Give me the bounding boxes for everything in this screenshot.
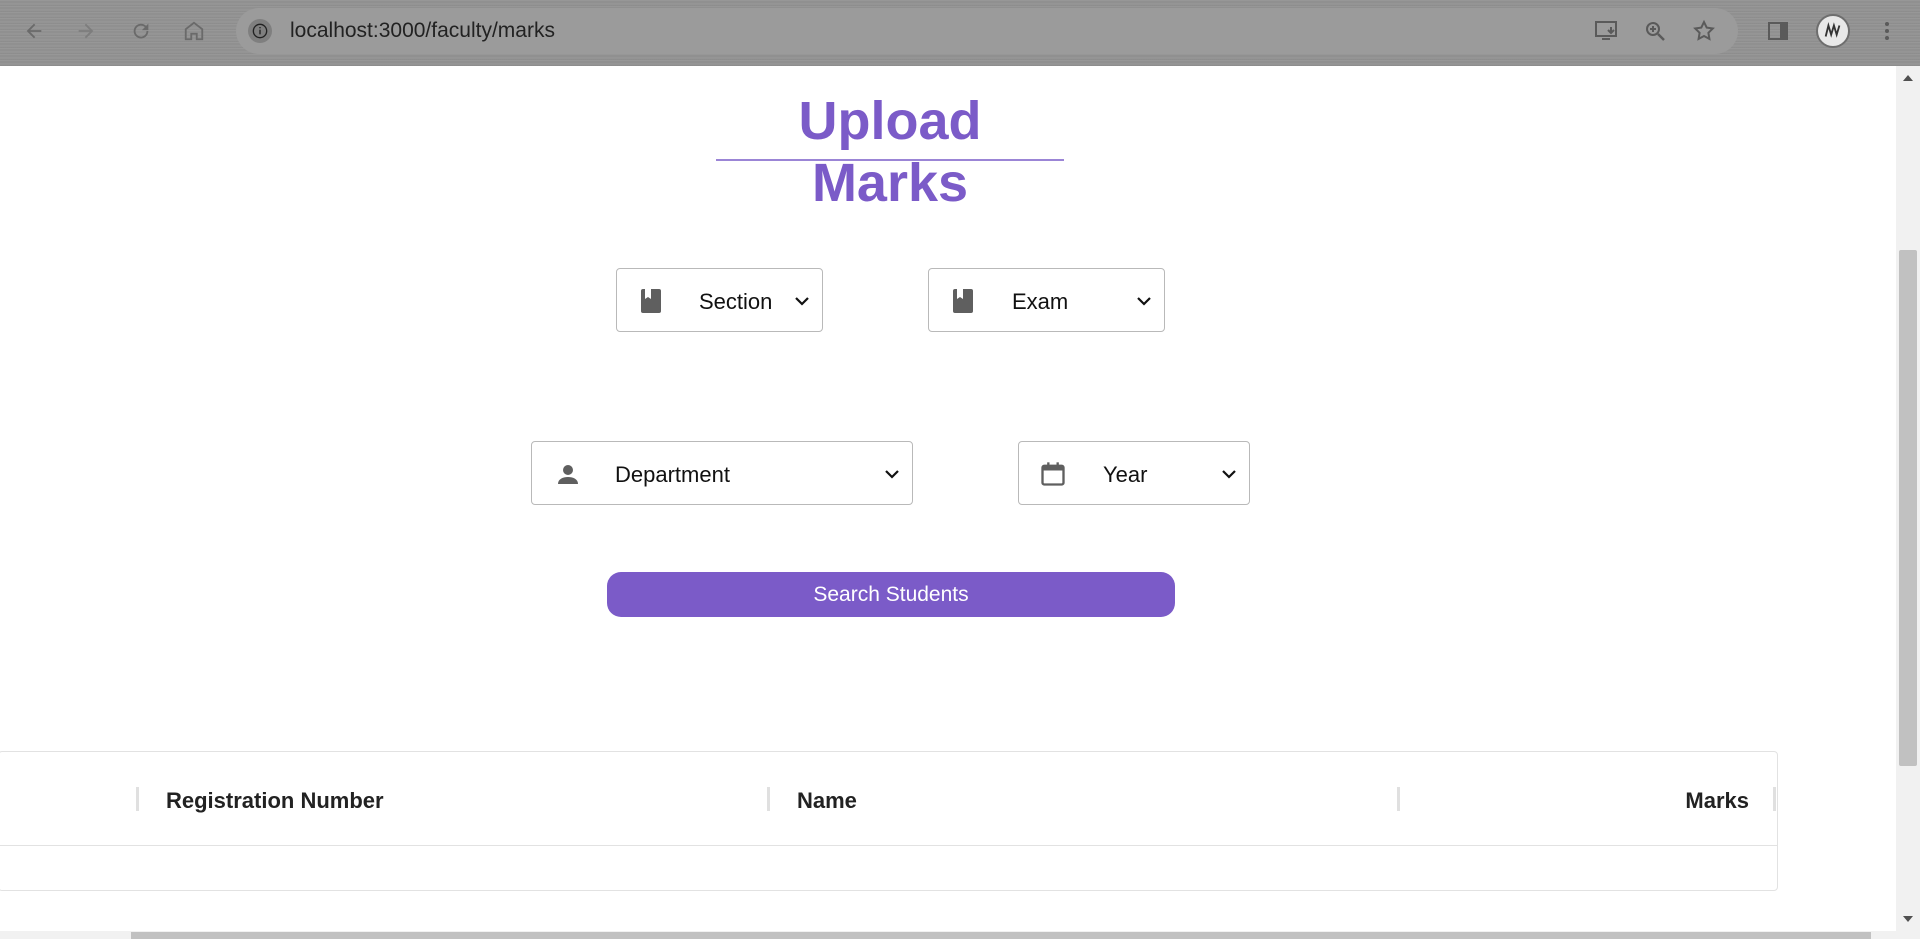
column-header-name[interactable]: Name (797, 788, 857, 814)
page-content: Upload Marks Section Exam Department Yea… (0, 66, 1896, 939)
site-info-icon[interactable] (248, 19, 272, 43)
section-select[interactable]: Section (616, 268, 823, 332)
search-students-button[interactable]: Search Students (607, 572, 1175, 617)
book-icon (949, 287, 977, 315)
title-underline (716, 159, 1064, 161)
vertical-scrollbar-thumb[interactable] (1899, 250, 1917, 766)
marks-table: Registration Number Name Marks (0, 751, 1778, 891)
exam-select-label: Exam (1012, 289, 1069, 314)
column-separator[interactable] (136, 787, 139, 811)
department-select[interactable]: Department (531, 441, 913, 505)
chevron-down-icon (1134, 291, 1154, 311)
bookmark-star-icon[interactable] (1688, 15, 1720, 47)
reload-icon[interactable] (124, 14, 158, 48)
column-separator[interactable] (1773, 787, 1776, 811)
chevron-down-icon (792, 291, 812, 311)
scroll-down-arrow-icon[interactable] (1902, 915, 1914, 923)
install-app-icon[interactable] (1591, 15, 1623, 47)
home-icon[interactable] (177, 14, 211, 48)
section-select-label: Section (699, 289, 773, 314)
exam-select[interactable]: Exam (928, 268, 1165, 332)
column-separator[interactable] (1397, 787, 1400, 811)
column-header-registration-number[interactable]: Registration Number (166, 788, 384, 814)
profile-avatar[interactable] (1816, 14, 1850, 48)
person-icon (554, 460, 582, 488)
column-separator[interactable] (767, 787, 770, 811)
browser-toolbar: localhost:3000/faculty/marks (0, 0, 1920, 66)
horizontal-scrollbar-thumb[interactable] (131, 932, 1871, 939)
zoom-icon[interactable] (1639, 15, 1671, 47)
page-title: Upload Marks (798, 91, 982, 213)
table-header: Registration Number Name Marks (0, 752, 1777, 846)
year-select-label: Year (1103, 462, 1148, 487)
forward-arrow-icon[interactable] (69, 14, 103, 48)
chevron-down-icon (882, 464, 902, 484)
chevron-down-icon (1219, 464, 1239, 484)
year-select[interactable]: Year (1018, 441, 1250, 505)
more-vert-icon[interactable] (1871, 15, 1903, 47)
side-panel-icon[interactable] (1762, 15, 1794, 47)
calendar-icon (1039, 460, 1067, 488)
address-url[interactable]: localhost:3000/faculty/marks (290, 19, 555, 43)
book-icon (637, 287, 665, 315)
scroll-up-arrow-icon[interactable] (1902, 74, 1914, 82)
department-select-label: Department (615, 462, 730, 487)
column-header-marks[interactable]: Marks (1685, 788, 1749, 814)
back-arrow-icon[interactable] (17, 14, 51, 48)
